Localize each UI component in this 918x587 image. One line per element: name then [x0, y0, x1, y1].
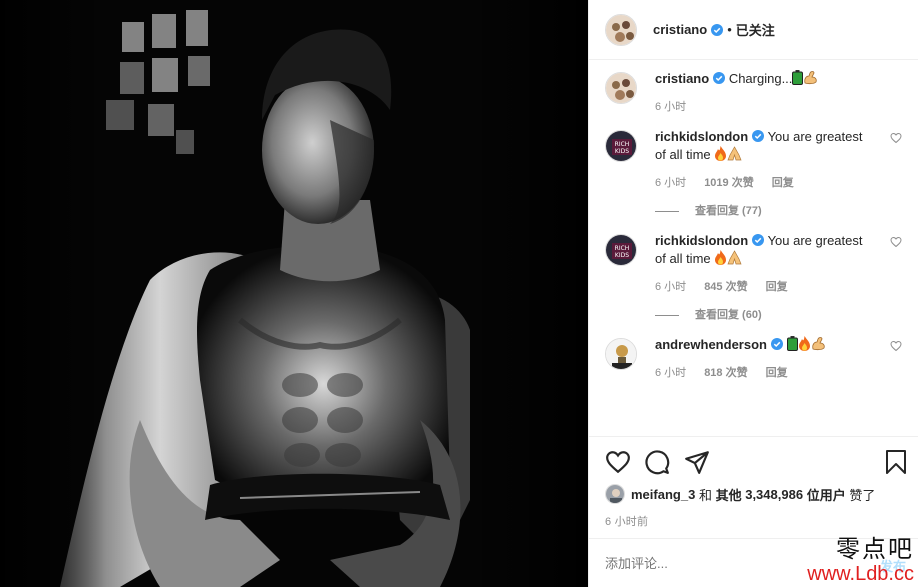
- comment-meta: 6 小时 1019 次赞 回复: [655, 174, 874, 192]
- comment-item: andrewhenderson 6 小时 818 次赞 回复: [605, 336, 902, 382]
- liker-username[interactable]: meifang_3: [631, 487, 695, 502]
- comment-body: richkidslondon You are greatest of all t…: [655, 232, 902, 324]
- verified-badge-icon: [713, 72, 726, 84]
- comment-likes[interactable]: 1019 次赞: [704, 174, 754, 192]
- likes-count[interactable]: 3,348,986: [745, 487, 803, 502]
- comment-bubble-icon[interactable]: [644, 449, 670, 475]
- flexed-biceps-icon: [811, 337, 825, 351]
- svg-text:KIDS: KIDS: [615, 252, 629, 259]
- svg-text:RICH: RICH: [615, 141, 630, 148]
- share-send-icon[interactable]: [684, 449, 710, 475]
- like-comment-heart-icon[interactable]: [890, 132, 902, 144]
- likes-connector: 和: [698, 487, 712, 503]
- likes-summary: meifang_3 和 其他 3,348,986 位用户 赞了: [605, 484, 902, 504]
- view-replies-label: 查看回复 (77): [695, 205, 762, 217]
- post-comment-button[interactable]: 发布: [880, 556, 906, 575]
- likes-verb: 赞了: [849, 487, 876, 503]
- comment-time[interactable]: 6 小时: [655, 98, 686, 116]
- replies-line: [655, 314, 679, 316]
- view-replies-button[interactable]: 查看回复 (77): [655, 202, 874, 220]
- like-comment-heart-icon[interactable]: [890, 236, 902, 248]
- comment-meta: 6 小时 845 次赞 回复: [655, 278, 874, 296]
- comment-body: cristiano Charging... 6 小时: [655, 70, 902, 116]
- verified-badge-icon: [752, 234, 765, 246]
- comment-input[interactable]: [605, 555, 845, 571]
- comment-username[interactable]: andrewhenderson: [655, 337, 767, 352]
- view-replies-label: 查看回复 (60): [695, 309, 762, 321]
- liker-avatar[interactable]: [605, 484, 625, 504]
- flexed-biceps-icon: [804, 71, 818, 85]
- verified-badge-icon: [752, 130, 765, 142]
- like-heart-icon[interactable]: [605, 449, 631, 475]
- post-photo[interactable]: [0, 0, 588, 587]
- avatar[interactable]: RICH KIDS: [605, 130, 637, 162]
- replies-line: [655, 210, 679, 212]
- battery-icon: [786, 336, 798, 351]
- comment-meta: 6 小时 818 次赞 回复: [655, 364, 874, 382]
- praying-hands-icon: [727, 250, 742, 265]
- save-bookmark-icon[interactable]: [884, 449, 908, 475]
- photo-image: [0, 0, 588, 587]
- likes-others-suffix[interactable]: 位用户: [807, 485, 846, 504]
- post-container: cristiano • 已关注 cristiano Charging... 6 …: [0, 0, 918, 587]
- comment-time[interactable]: 6 小时: [655, 278, 686, 296]
- comment-meta: 6 小时: [655, 98, 874, 116]
- action-bar: [589, 436, 918, 486]
- battery-icon: [792, 70, 804, 85]
- header-username[interactable]: cristiano: [653, 22, 707, 37]
- comments-list[interactable]: cristiano Charging... 6 小时 RICH KIDS rich…: [589, 70, 918, 436]
- avatar[interactable]: [605, 72, 637, 104]
- view-replies-button[interactable]: 查看回复 (60): [655, 306, 874, 324]
- verified-badge-icon: [711, 23, 724, 36]
- header-separator: •: [727, 22, 732, 37]
- following-button[interactable]: 已关注: [736, 20, 775, 39]
- svg-text:RICH: RICH: [615, 245, 630, 252]
- comment-username[interactable]: richkidslondon: [655, 129, 748, 144]
- comment-item: RICH KIDS richkidslondon You are greatest…: [605, 232, 902, 324]
- praying-hands-icon: [727, 146, 742, 161]
- reply-button[interactable]: 回复: [766, 364, 788, 382]
- verified-badge-icon: [770, 338, 783, 350]
- avatar[interactable]: [605, 13, 637, 46]
- avatar[interactable]: RICH KIDS: [605, 234, 637, 266]
- comment-body: richkidslondon You are greatest of all t…: [655, 128, 902, 220]
- fire-icon: [798, 336, 810, 351]
- fire-icon: [715, 250, 727, 265]
- reply-button[interactable]: 回复: [772, 174, 794, 192]
- comment-item: RICH KIDS richkidslondon You are greatest…: [605, 128, 902, 220]
- svg-text:KIDS: KIDS: [615, 148, 629, 155]
- fire-icon: [715, 146, 727, 161]
- comment-likes[interactable]: 818 次赞: [704, 364, 747, 382]
- post-header: cristiano • 已关注: [589, 0, 918, 60]
- post-sidebar: cristiano • 已关注 cristiano Charging... 6 …: [588, 0, 918, 587]
- reply-button[interactable]: 回复: [766, 278, 788, 296]
- like-comment-heart-icon[interactable]: [890, 340, 902, 352]
- comment-time[interactable]: 6 小时: [655, 364, 686, 382]
- add-comment-bar: 发布: [589, 538, 918, 587]
- post-timestamp[interactable]: 6 小时前: [605, 513, 648, 529]
- comment-body: andrewhenderson 6 小时 818 次赞 回复: [655, 336, 902, 382]
- comment-time[interactable]: 6 小时: [655, 174, 686, 192]
- comment-text: Charging...: [728, 71, 793, 86]
- avatar[interactable]: [605, 338, 637, 370]
- caption: cristiano Charging... 6 小时: [605, 70, 902, 116]
- comment-username[interactable]: richkidslondon: [655, 233, 748, 248]
- comment-likes[interactable]: 845 次赞: [704, 278, 747, 296]
- comment-username[interactable]: cristiano: [655, 71, 709, 86]
- likes-others-prefix[interactable]: 其他: [716, 485, 742, 504]
